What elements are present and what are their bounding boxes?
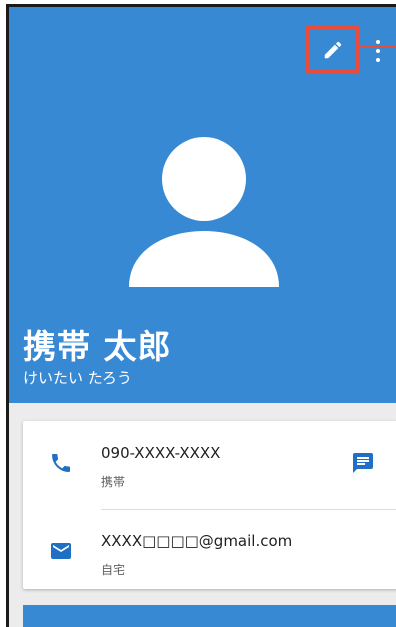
bottom-action-bar[interactable] <box>23 605 396 627</box>
contact-reading: けいたい たろう <box>23 369 132 387</box>
message-icon <box>353 453 373 473</box>
callout-line <box>360 46 396 48</box>
contact-header: 携帯 太郎 けいたい たろう <box>9 7 396 403</box>
email-address: XXXX□□□□@gmail.com <box>101 532 293 550</box>
contact-details-card: 090-XXXX-XXXX 携帯 XXXX□□□□@gmail.com 自宅 <box>23 421 396 589</box>
edit-highlight-box <box>306 25 360 73</box>
phone-row[interactable]: 090-XXXX-XXXX 携帯 <box>23 421 396 501</box>
phone-label: 携帯 <box>101 475 126 489</box>
contact-name: 携帯 太郎 <box>23 327 172 366</box>
email-label: 自宅 <box>101 563 126 577</box>
email-icon <box>51 543 71 559</box>
app-frame: 携帯 太郎 けいたい たろう 090-XXXX-XXXX 携帯 XXXX□□□□… <box>6 4 396 627</box>
phone-number: 090-XXXX-XXXX <box>101 444 221 462</box>
more-options-button[interactable] <box>371 33 385 69</box>
email-row[interactable]: XXXX□□□□@gmail.com 自宅 <box>23 509 396 589</box>
phone-icon <box>52 454 70 472</box>
person-icon <box>129 137 279 287</box>
message-button[interactable] <box>351 451 375 475</box>
more-vert-icon <box>376 40 380 44</box>
